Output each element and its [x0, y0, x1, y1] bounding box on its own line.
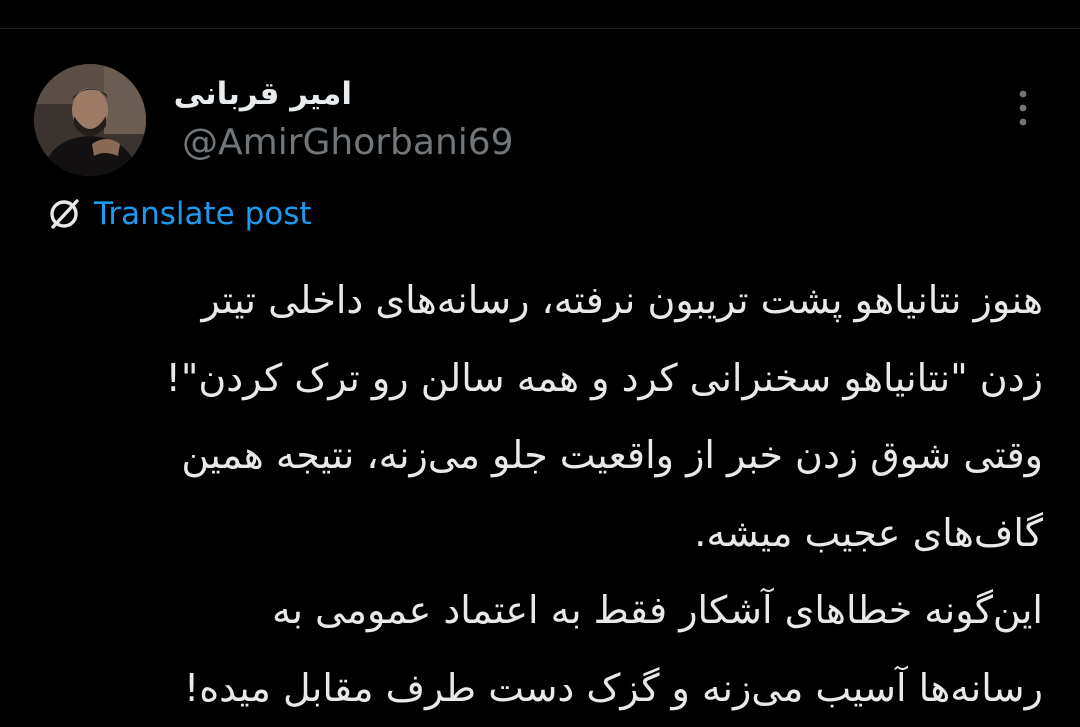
more-options-button[interactable]	[1008, 88, 1038, 128]
post-line: هنوز نتانیاهو پشت تریبون نرفته، رسانه‌ها…	[40, 262, 1043, 340]
translate-globe-slash-icon	[46, 196, 82, 232]
translate-post-label: Translate post	[94, 196, 312, 232]
top-divider	[0, 0, 1080, 29]
more-vertical-icon	[1008, 88, 1038, 128]
post-text: هنوز نتانیاهو پشت تریبون نرفته، رسانه‌ها…	[40, 262, 1043, 727]
translate-post-link[interactable]: Translate post	[46, 194, 312, 234]
post-line: زدن "نتانیاهو سخنرانی کرد و همه سالن رو …	[40, 340, 1043, 418]
post-line: این‌گونه خطاهای آشکار فقط به اعتماد عموم…	[40, 572, 1043, 650]
author-display-name[interactable]: امیر قربانی	[174, 76, 352, 112]
post-line: رسانه‌ها آسیب می‌زنه و گزک دست طرف مقابل…	[40, 650, 1043, 727]
author-handle[interactable]: @AmirGhorbani69	[182, 122, 514, 163]
post-line: گاف‌های عجیب میشه.	[40, 495, 1043, 573]
avatar-photo	[34, 64, 146, 176]
avatar[interactable]	[34, 64, 146, 176]
post-line: وقتی شوق زدن خبر از واقعیت جلو می‌زنه، ن…	[40, 417, 1043, 495]
